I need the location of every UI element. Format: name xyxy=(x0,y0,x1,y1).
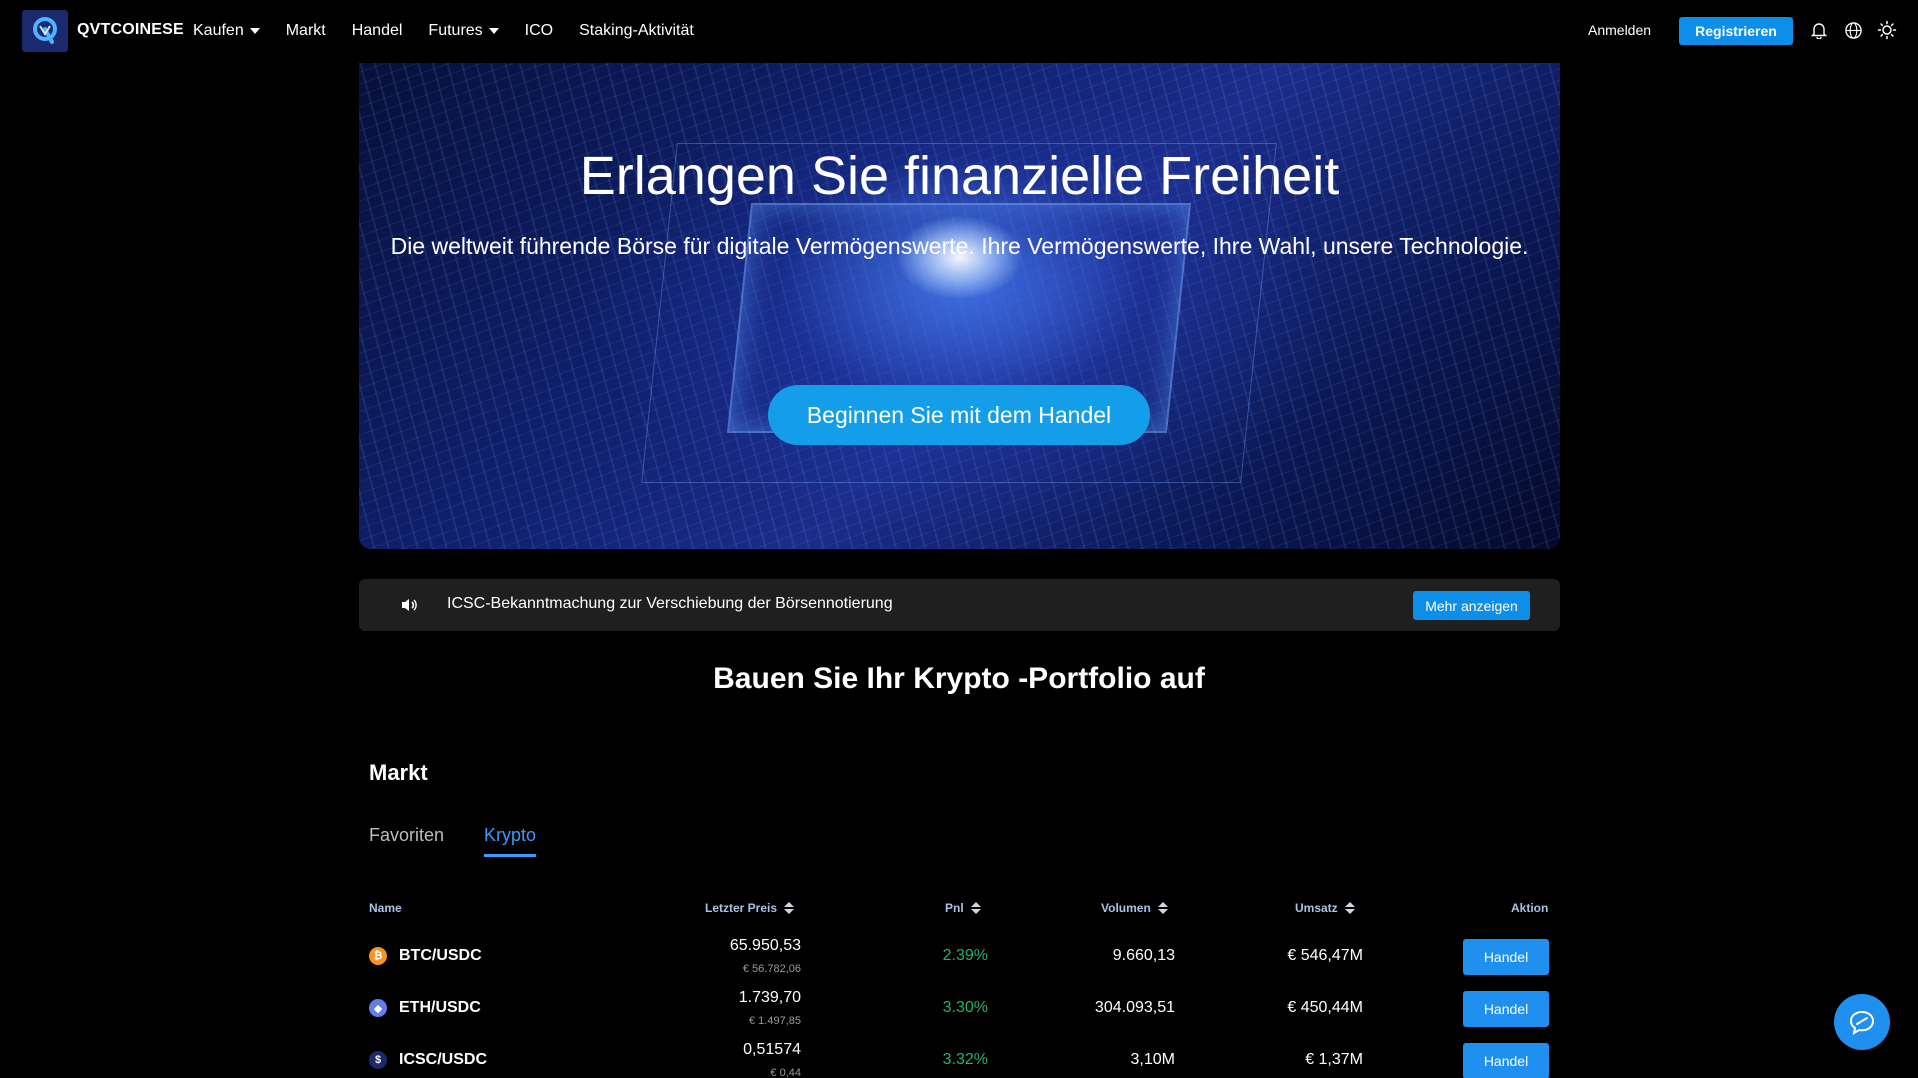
price-eur: € 1.497,85 xyxy=(749,1015,801,1027)
table-row[interactable]: ◆ ETH/USDC 1.739,70 € 1.497,85 3.30% 304… xyxy=(0,982,1918,1034)
price-eur: € 0,44 xyxy=(770,1067,801,1078)
column-header-label: Name xyxy=(369,901,402,915)
bitcoin-icon: ₿ xyxy=(369,947,387,965)
turnover-value: € 546,47M xyxy=(1287,947,1363,964)
column-header-label: Umsatz xyxy=(1295,901,1338,915)
menu-item-ico[interactable]: ICO xyxy=(525,22,553,40)
menu-item-staking[interactable]: Staking-Aktivität xyxy=(579,22,694,40)
bell-icon[interactable] xyxy=(1808,19,1830,41)
brand-logo[interactable] xyxy=(22,10,68,52)
menu-item-handel[interactable]: Handel xyxy=(352,22,403,40)
caret-down-icon xyxy=(249,28,260,34)
last-price: 1.739,70 xyxy=(738,989,801,1006)
section-title: Bauen Sie Ihr Krypto -Portfolio auf xyxy=(713,662,1205,695)
trade-button[interactable]: Handel xyxy=(1463,1043,1549,1078)
last-price: 0,51574 xyxy=(743,1041,801,1058)
sort-icon xyxy=(784,902,795,914)
menu-item-label: ICO xyxy=(524,22,554,39)
tab-krypto[interactable]: Krypto xyxy=(484,825,537,857)
main-menu: Kaufen Markt Handel Futures ICO Staking-… xyxy=(193,0,694,62)
show-more-button[interactable]: Mehr anzeigen xyxy=(1413,591,1530,620)
hero-subtitle: Die weltweit führende Börse für digitale… xyxy=(390,233,1529,259)
market-title: Markt xyxy=(369,760,428,785)
menu-item-label: Handel xyxy=(351,22,403,39)
column-header-turnover[interactable]: Umsatz xyxy=(1295,901,1355,915)
menu-item-label: Markt xyxy=(285,22,326,39)
last-price: 65.950,53 xyxy=(729,937,801,954)
pair-name: ICSC/USDC xyxy=(399,1051,488,1068)
pnl-value: 3.30% xyxy=(942,999,988,1016)
announcement-text[interactable]: ICSC-Bekanntmachung zur Verschiebung der… xyxy=(447,595,893,613)
pair-name: ETH/USDC xyxy=(399,999,481,1016)
register-button[interactable]: Registrieren xyxy=(1679,17,1793,45)
column-header-label: Pnl xyxy=(945,901,964,915)
price-eur: € 56.782,06 xyxy=(742,963,801,975)
menu-item-label: Futures xyxy=(428,22,483,39)
icsc-coin-icon: $ xyxy=(369,1051,387,1069)
top-navbar: QVTCOINESE Kaufen Markt Handel Futures I… xyxy=(0,0,1918,62)
column-header-label: Volumen xyxy=(1101,901,1151,915)
column-header-last-price[interactable]: Letzter Preis xyxy=(705,901,795,915)
announcement-bar: ICSC-Bekanntmachung zur Verschiebung der… xyxy=(359,579,1560,631)
column-header-pnl[interactable]: Pnl xyxy=(945,901,981,915)
chat-icon[interactable] xyxy=(1834,994,1890,1050)
ethereum-icon: ◆ xyxy=(369,999,387,1017)
sort-icon xyxy=(1344,902,1355,914)
table-row[interactable]: ₿ BTC/USDC 65.950,53 € 56.782,06 2.39% 9… xyxy=(0,930,1918,982)
hero-title: Erlangen Sie finanzielle Freiheit xyxy=(579,146,1340,206)
column-header-label: Letzter Preis xyxy=(705,901,778,915)
menu-item-label: Kaufen xyxy=(193,22,244,39)
turnover-value: € 1,37M xyxy=(1305,1051,1363,1068)
column-header-action: Aktion xyxy=(1511,901,1548,915)
sort-icon xyxy=(1157,902,1168,914)
hero-banner: Erlangen Sie finanzielle Freiheit Die we… xyxy=(359,63,1560,549)
pnl-value: 2.39% xyxy=(942,947,988,964)
trade-button[interactable]: Handel xyxy=(1463,939,1549,975)
sun-icon[interactable] xyxy=(1876,19,1898,41)
volume-value: 3,10M xyxy=(1130,1051,1175,1068)
caret-down-icon xyxy=(488,28,499,34)
menu-item-kaufen[interactable]: Kaufen xyxy=(193,22,260,40)
pnl-value: 3.32% xyxy=(942,1051,988,1068)
tab-favoriten[interactable]: Favoriten xyxy=(369,825,444,846)
volume-value: 304.093,51 xyxy=(1094,999,1175,1016)
menu-item-markt[interactable]: Markt xyxy=(286,22,326,40)
turnover-value: € 450,44M xyxy=(1287,999,1363,1016)
speaker-icon xyxy=(399,595,419,615)
sort-icon xyxy=(970,902,981,914)
menu-item-label: Staking-Aktivität xyxy=(579,22,694,39)
globe-icon[interactable] xyxy=(1842,19,1864,41)
column-header-name: Name xyxy=(369,901,402,915)
brand-name[interactable]: QVTCOINESE xyxy=(77,21,184,39)
menu-item-futures[interactable]: Futures xyxy=(428,22,499,40)
trade-button[interactable]: Handel xyxy=(1463,991,1549,1027)
table-row[interactable]: $ ICSC/USDC 0,51574 € 0,44 3.32% 3,10M €… xyxy=(0,1034,1918,1078)
volume-value: 9.660,13 xyxy=(1112,947,1175,964)
logo-q-icon xyxy=(33,17,57,44)
column-header-label: Aktion xyxy=(1511,901,1549,915)
pair-name: BTC/USDC xyxy=(399,947,482,964)
column-header-volume[interactable]: Volumen xyxy=(1101,901,1168,915)
start-trading-button[interactable]: Beginnen Sie mit dem Handel xyxy=(768,385,1150,445)
login-link[interactable]: Anmelden xyxy=(1588,22,1651,38)
